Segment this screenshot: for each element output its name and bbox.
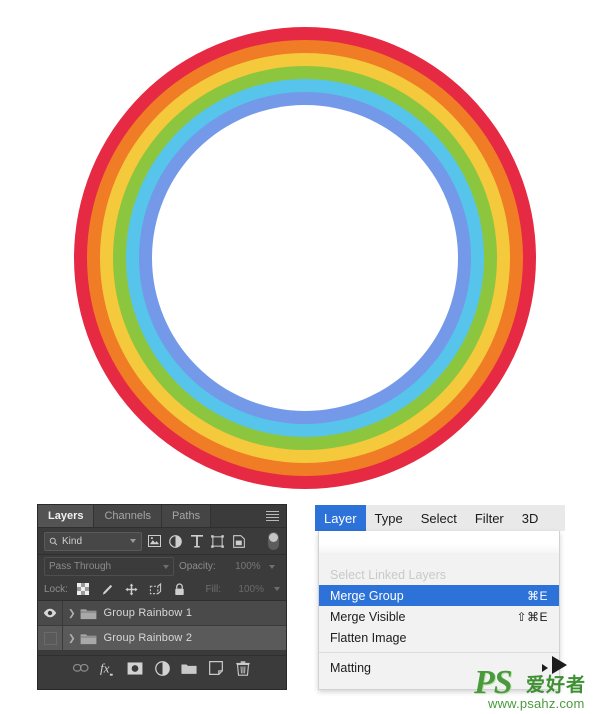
tab-paths[interactable]: Paths [161,505,212,527]
menubar-item-filter[interactable]: Filter [466,505,513,531]
search-icon [49,537,58,545]
tab-layers[interactable]: Layers [38,505,95,527]
lock-all-icon[interactable] [171,581,188,598]
tab-layers-label: Layers [48,510,84,522]
fill-value[interactable]: 100% [228,584,264,595]
menubar-item-type[interactable]: Type [366,505,412,531]
menu-item-label: Matting [330,660,371,675]
layer-visibility-toggle[interactable] [38,626,63,650]
chevron-down-icon[interactable] [274,587,280,591]
type-filter-icon[interactable] [188,533,205,550]
layer-mask-icon[interactable] [127,660,143,676]
chevron-down-icon [163,564,169,569]
filter-enable-toggle[interactable] [268,532,279,550]
menu-item-label: Merge Group [330,588,404,603]
menu-item-label: Flatten Image [330,630,407,645]
menu-item-shortcut: ⇧⌘E [516,609,548,624]
menu-item-shortcut: ⌘E [526,588,548,603]
layer-style-fx-icon[interactable]: fx [100,660,116,676]
folder-icon [80,607,97,620]
menubar-select-label: Select [420,510,457,526]
opacity-value[interactable]: 100% [221,561,261,572]
opacity-label: Opacity: [179,561,216,572]
menu-separator [319,652,559,653]
watermark-url: www.psahz.com [488,696,585,711]
pixel-filter-icon[interactable] [146,533,163,550]
shape-filter-icon[interactable] [209,533,226,550]
table-row[interactable]: ❯ Group Rainbow 2 [38,626,286,651]
panel-tab-strip: Layers Channels Paths [38,505,286,528]
watermark: PS 爱好者 www.psahz.com [474,656,600,714]
filter-kind-value: Kind [62,535,83,547]
new-layer-icon[interactable] [208,660,224,676]
layer-name: Group Rainbow 2 [103,632,193,644]
rainbow-inner-hole [152,105,458,411]
blend-mode-select[interactable]: Pass Through [44,557,174,576]
menubar-item-select[interactable]: Select [412,505,466,531]
menu-bar: Layer Type Select Filter 3D [315,505,565,531]
svg-text:fx: fx [100,661,110,676]
filter-kind-select[interactable]: Kind [44,531,142,551]
chevron-right-icon[interactable]: ❯ [68,633,76,644]
menu-item-label: Merge Visible [330,609,406,624]
adjustment-layer-icon[interactable] [154,660,170,676]
folder-icon [80,632,97,645]
menubar-item-layer[interactable]: Layer [315,505,366,531]
menubar-type-label: Type [374,510,403,526]
table-row[interactable]: ❯ Group Rainbow 1 [38,601,286,626]
menu-item-flatten-image[interactable]: Flatten Image [319,627,559,648]
layers-panel-footer: fx [38,655,286,680]
menubar-3d-label: 3D [521,510,539,526]
menu-item-merge-group[interactable]: Merge Group ⌘E [319,585,559,606]
layers-panel: Layers Channels Paths Kind Pass Through … [38,505,286,689]
adjustment-filter-icon[interactable] [167,533,184,550]
chevron-right-icon[interactable]: ❯ [68,608,76,619]
lock-transparent-icon[interactable] [75,581,92,598]
menu-item-select-linked-layers: Select Linked Layers [319,564,559,585]
lock-row: Lock: Fill: 100% [38,578,286,601]
menu-item-merge-visible[interactable]: Merge Visible ⇧⌘E [319,606,559,627]
layer-filter-row: Kind [38,528,286,555]
blend-mode-value: Pass Through [49,561,112,572]
lock-artboard-icon[interactable] [147,581,164,598]
eye-icon [43,608,57,618]
menubar-item-3d[interactable]: 3D [513,505,548,531]
menu-item-label: Select Linked Layers [330,567,447,582]
tab-channels-label: Channels [104,510,151,522]
smart-object-filter-icon[interactable] [230,533,247,550]
link-layers-icon[interactable] [73,660,89,676]
canvas-artboard [0,0,600,495]
tab-paths-label: Paths [171,510,201,522]
lock-position-icon[interactable] [123,581,140,598]
delete-layer-icon[interactable] [235,660,251,676]
chevron-down-icon[interactable] [268,564,275,569]
fill-label: Fill: [205,583,221,595]
rainbow-ring-graphic [0,0,600,495]
tab-channels[interactable]: Channels [94,505,162,527]
menubar-filter-label: Filter [474,510,504,526]
menu-scroll-fade [319,531,559,553]
watermark-brand-cn: 爱好者 [526,674,587,696]
lock-image-icon[interactable] [99,581,116,598]
panel-menu-icon[interactable] [266,511,279,521]
lock-label: Lock: [44,583,68,595]
menu-item-clipped-above [319,553,559,564]
eye-off-icon [43,631,57,645]
chevron-down-icon [130,539,136,543]
new-group-icon[interactable] [181,660,197,676]
layer-visibility-toggle[interactable] [38,601,63,625]
menubar-layer-label: Layer [324,510,357,526]
layer-name: Group Rainbow 1 [103,607,193,619]
blend-mode-row: Pass Through Opacity: 100% [38,555,286,578]
